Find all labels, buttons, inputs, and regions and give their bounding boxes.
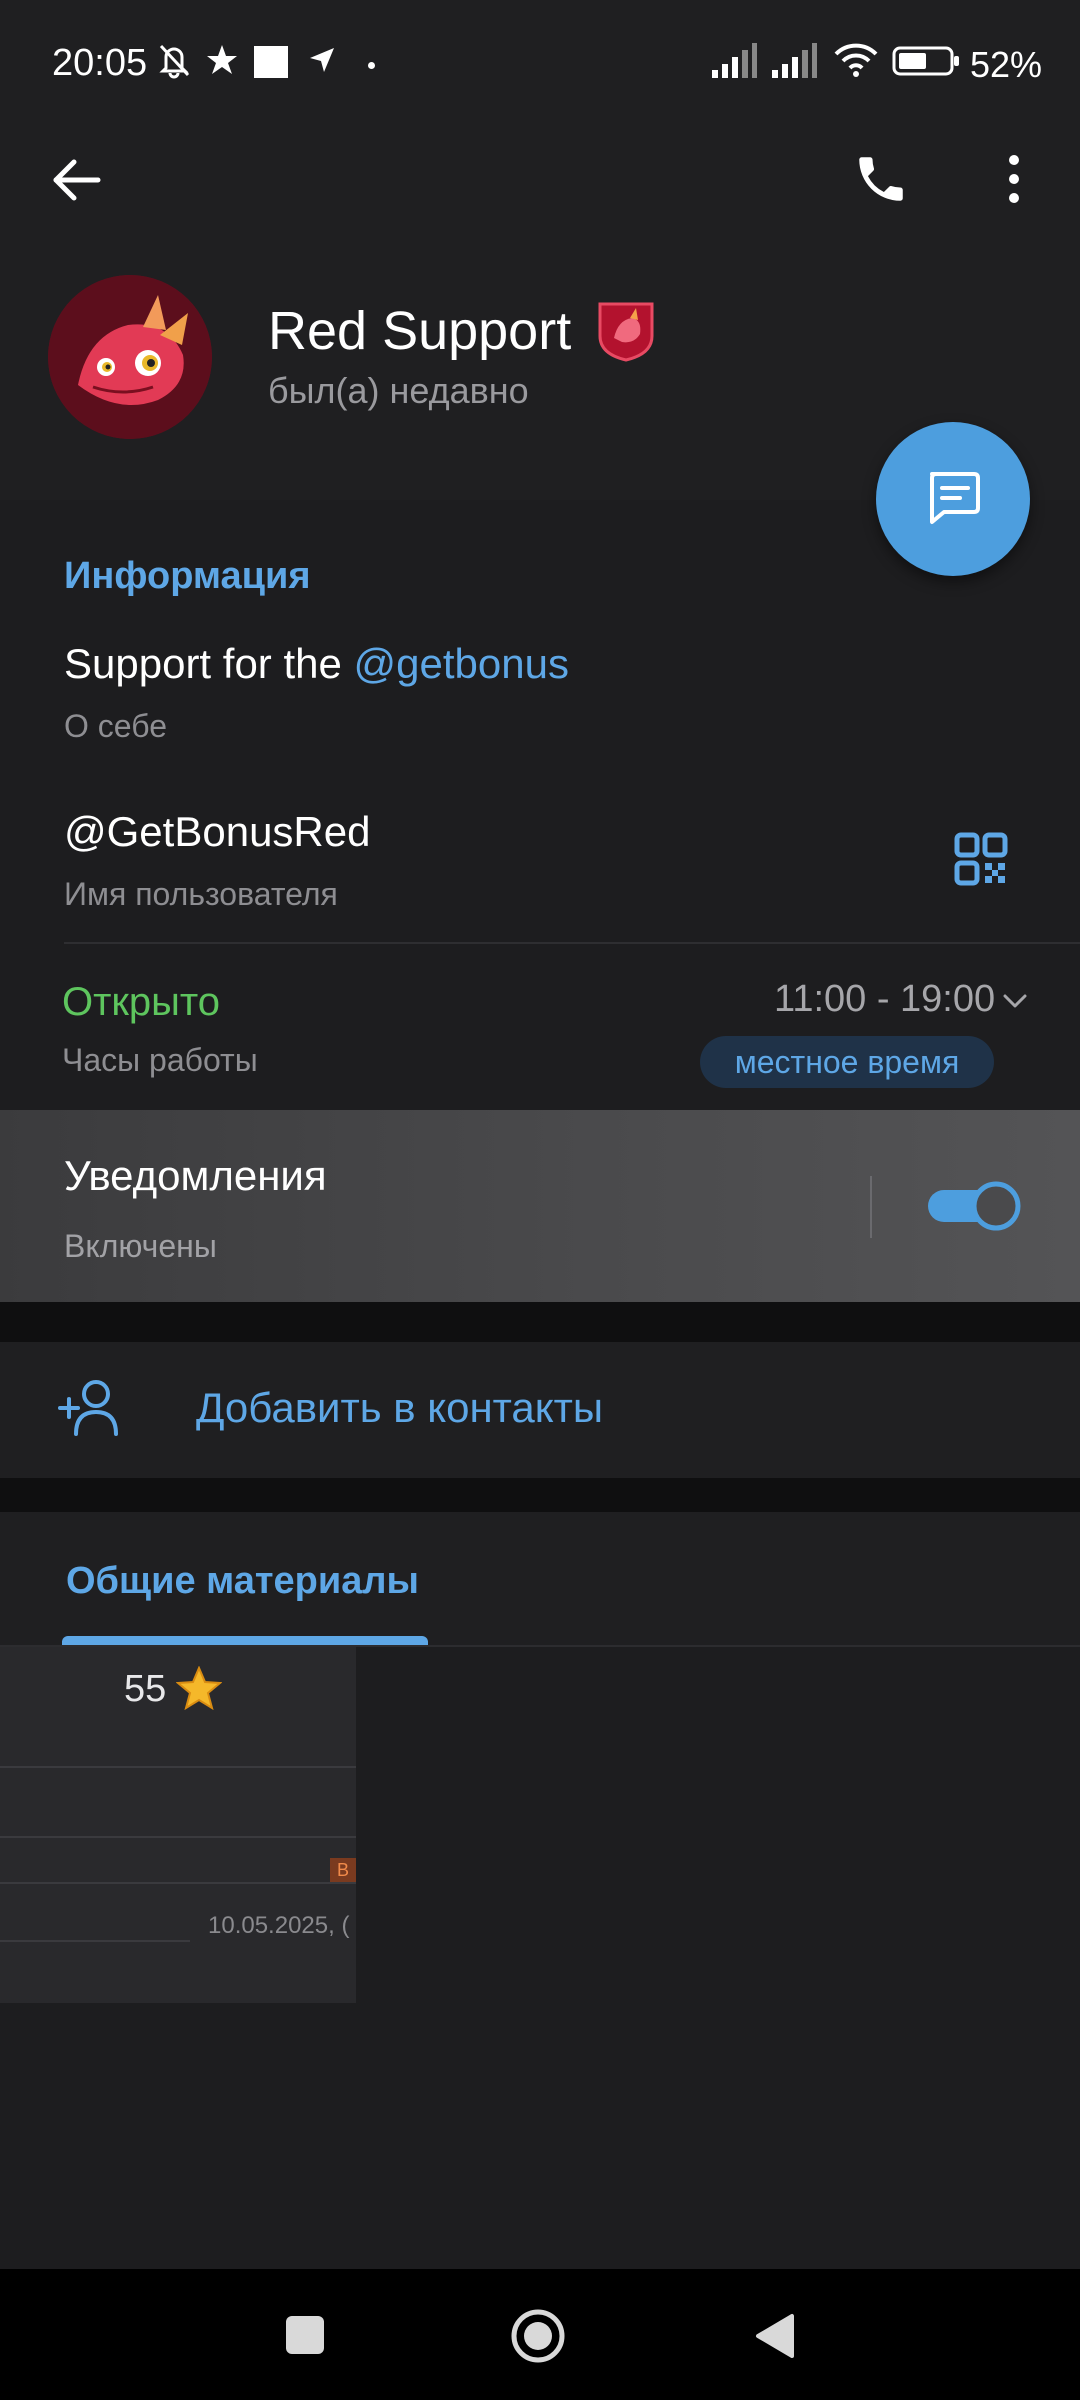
wifi-icon [834,43,878,77]
dragon-avatar [48,275,212,439]
bio-prefix: Support for the [64,640,354,687]
add-contact-label: Добавить в контакты [196,1384,604,1431]
more-vert-icon[interactable] [1000,150,1028,208]
square-icon [254,46,288,78]
signal-icon [712,43,757,78]
username-value[interactable]: @GetBonusRed [64,808,370,856]
app-bar [0,130,1080,260]
notifications-status: Включены [64,1228,217,1264]
star-icon [207,45,237,74]
back-icon[interactable] [752,2312,796,2360]
battery-percent: 52% [970,44,1043,85]
thumbnail-line [0,1940,190,1942]
status-time: 20:05 [52,42,148,84]
section-gap [0,1302,1080,1342]
bio-text: Support for the @getbonus [64,640,569,688]
dragon-badge-icon [598,302,654,362]
notifications-toggle[interactable] [926,1180,1022,1232]
thumbnail-tag: В [330,1858,356,1882]
navigation-icon [310,48,334,72]
message-icon [930,472,980,524]
avatar[interactable] [48,275,212,439]
battery-icon [892,46,959,76]
star-icon [176,1666,222,1710]
notifications-row[interactable] [0,1110,1080,1302]
bell-off-icon [159,44,190,79]
username-label: Имя пользователя [64,876,338,912]
qr-code-icon[interactable] [954,832,1008,886]
vertical-divider [870,1176,872,1238]
add-person-icon [58,1380,118,1436]
business-hours-status: Открыто [62,980,221,1024]
signal-icon [772,43,817,78]
bio-label: О себе [64,708,167,744]
thumbnail-line [0,1882,356,1884]
phone-icon[interactable] [852,150,910,208]
profile-status: был(а) недавно [268,370,529,411]
home-icon[interactable] [510,2308,566,2364]
business-hours-label: Часы работы [62,1042,258,1078]
bio-mention-link[interactable]: @getbonus [354,640,569,687]
chevron-down-icon[interactable] [1000,986,1030,1016]
thumbnail-line [0,1836,356,1838]
message-fab-button[interactable] [876,422,1030,576]
thumbnail-price: 55 [124,1668,167,1710]
tab-shared-media[interactable]: Общие материалы [66,1560,419,1603]
divider [64,942,1080,944]
profile-name: Red Support [268,301,572,361]
thumbnail-line [0,1766,356,1768]
notifications-title: Уведомления [64,1152,327,1199]
local-time-chip[interactable]: местное время [700,1036,994,1088]
back-arrow-icon[interactable] [48,152,104,208]
section-title-info: Информация [64,555,311,597]
recent-apps-icon[interactable] [286,2316,324,2354]
thumbnail-date: 10.05.2025, ( [208,1912,350,1939]
business-hours-range[interactable]: 11:00 - 19:00 [774,978,995,1021]
dot-icon [368,62,375,69]
section-gap [0,1478,1080,1512]
